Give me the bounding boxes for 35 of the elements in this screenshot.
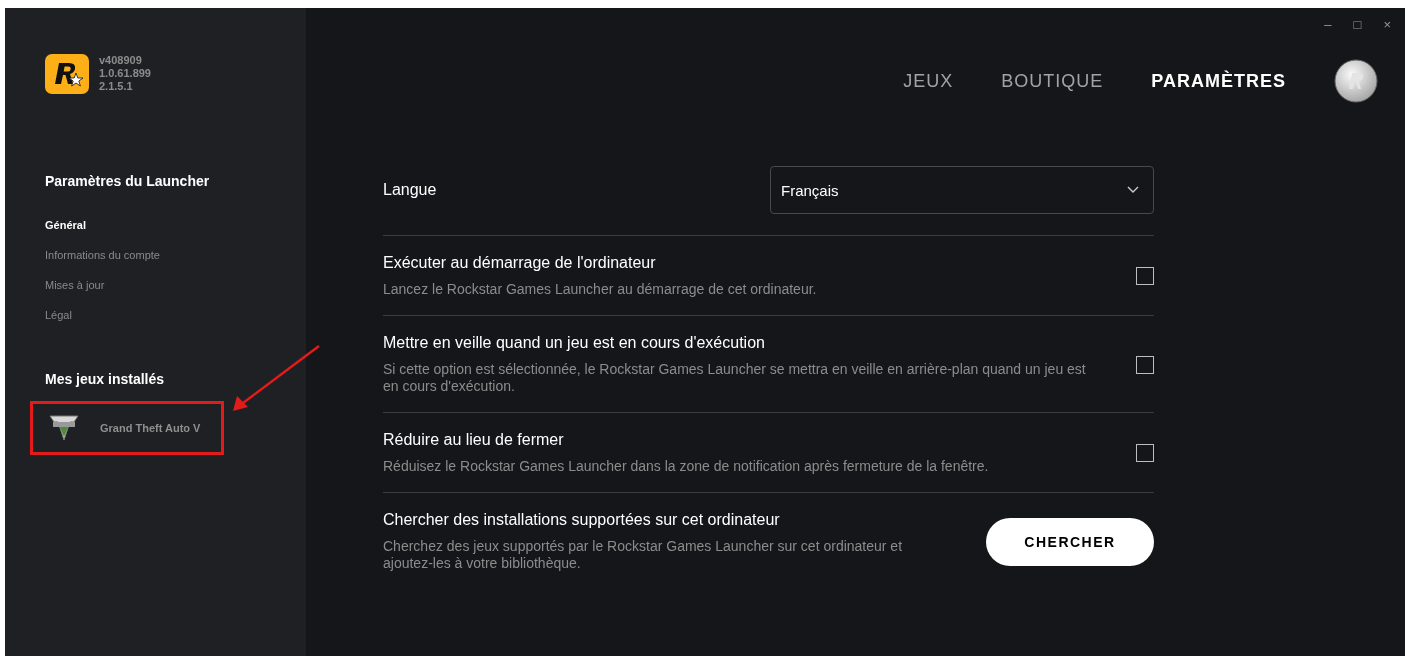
chevron-down-icon (1127, 186, 1139, 194)
star-logo-icon (45, 54, 89, 94)
checkbox[interactable] (1136, 355, 1154, 374)
sidebar-link[interactable]: Mises à jour (45, 279, 105, 291)
version-text: 2.1.5.1 (99, 80, 134, 93)
nav-tab[interactable]: BOUTIQUE (1001, 70, 1104, 92)
version-text: v408909 (99, 54, 143, 67)
setting-description: Si cette option est sélectionnée, le Rockstar Games Launcher se mettra en veille en arrière-plan quand un jeu est en cours d'exécution. (383, 361, 1087, 395)
game-item[interactable]: Grand Theft Auto V (48, 409, 209, 447)
sidebar-link[interactable]: Informations du compte (45, 249, 160, 261)
setting-description: Réduisez le Rockstar Games Launcher dans la zone de notification après fermeture de la fenêtre. (383, 458, 989, 475)
nav-tab[interactable]: JEUX (903, 70, 954, 92)
window-control-button[interactable]: × (1383, 17, 1391, 32)
game-title: Grand Theft Auto V (100, 422, 201, 434)
search-button[interactable]: CHERCHER (986, 517, 1154, 566)
setting-label: Mettre en veille quand un jeu est en cours d'exécution (383, 334, 766, 352)
setting-label: Langue (383, 181, 437, 199)
section-heading: Mes jeux installés (45, 371, 166, 387)
sidebar-link[interactable]: Légal (45, 309, 72, 321)
window-control-button[interactable]: □ (1353, 17, 1362, 32)
avatar-icon[interactable] (1334, 59, 1378, 103)
setting-label: Exécuter au démarrage de l'ordinateur (383, 254, 657, 272)
setting-description: Cherchez des jeux supportés par le Rockstar Games Launcher sur cet ordinateur et ajoutez-les à votre bibliothèque. (383, 538, 904, 572)
nav-tab[interactable]: PARAMÈTRES (1151, 70, 1286, 92)
section-heading: Paramètres du Launcher (45, 173, 211, 189)
sidebar-link[interactable]: Général (45, 219, 86, 231)
setting-label: Réduire au lieu de fermer (383, 431, 565, 449)
setting-label: Chercher des installations supportées sur cet ordinateur (383, 511, 781, 529)
setting-description: Lancez le Rockstar Games Launcher au démarrage de cet ordinateur. (383, 281, 817, 298)
checkbox[interactable] (1136, 267, 1154, 285)
version-text: 1.0.61.899 (99, 67, 151, 80)
window-control-button[interactable]: – (1324, 17, 1332, 32)
checkbox[interactable] (1136, 444, 1154, 462)
game-v-icon (48, 413, 80, 443)
language-dropdown[interactable]: Français (770, 166, 1154, 214)
